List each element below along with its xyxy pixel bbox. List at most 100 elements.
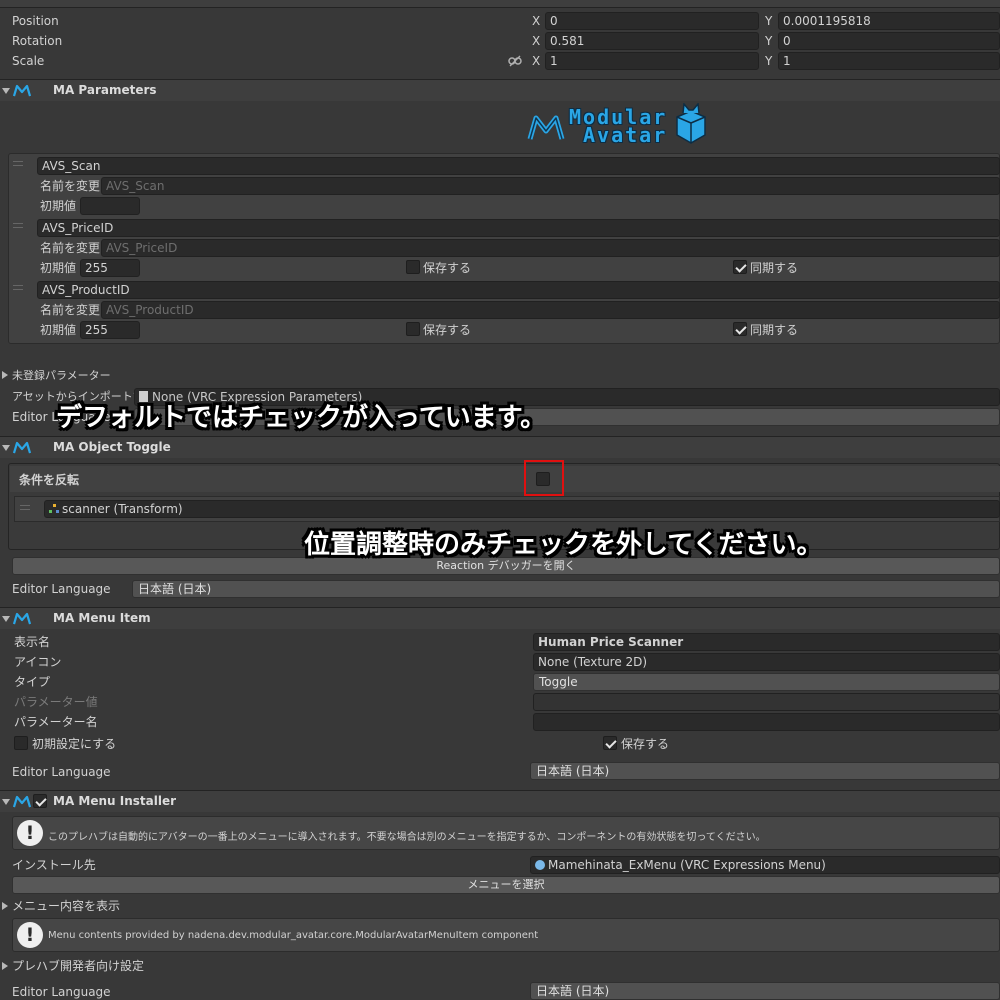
foldout-closed-icon[interactable] [2,371,8,379]
installer-help-text: このプレハブは自動的にアバターの一番上のメニューに導入されます。不要な場合は別の… [48,832,766,843]
transform-icon [49,504,59,514]
type-popup[interactable]: Toggle [533,673,1000,691]
modular-avatar-icon [13,84,31,97]
rotation-x-axis[interactable]: X [532,34,540,48]
modular-avatar-logo-mark [527,115,565,140]
default-value-field[interactable]: 255 [80,259,140,277]
install-to-field[interactable]: Mamehinata_ExMenu (VRC Expressions Menu) [530,856,1000,874]
default-value-field[interactable]: 255 [80,321,140,339]
rename-label: 名前を変更 [40,179,101,193]
cat-box-icon [676,103,706,144]
rotation-y-field[interactable]: 0 [778,32,1000,50]
param-name-field[interactable]: AVS_Scan [37,157,1000,175]
unregistered-params-foldout[interactable]: 未登録パラメーター [12,369,111,383]
modular-avatar-icon [13,441,31,454]
editor-language-popup[interactable]: 日本語 (日本) [530,762,1000,780]
editor-language-popup[interactable]: 日本語 (日本) [530,982,1000,1000]
foldout-open-icon[interactable] [2,445,10,451]
foldout-closed-icon[interactable] [2,962,8,970]
position-x-axis[interactable]: X [532,14,540,28]
parameter-name-field[interactable] [533,713,1000,731]
scale-x-field[interactable]: 1 [545,52,759,70]
rename-field[interactable]: AVS_Scan [101,177,1000,195]
save-checkbox[interactable] [406,322,420,336]
install-to-label: インストール先 [12,858,96,872]
ma-object-toggle-header[interactable]: MA Object Toggle [0,436,1000,458]
drag-handle-icon[interactable] [13,161,23,166]
sync-checkbox[interactable] [733,322,747,336]
drag-handle-icon[interactable] [13,223,23,228]
rename-label: 名前を変更 [40,241,101,255]
default-value-label: 初期値 [40,261,77,275]
initial-setting-checkbox[interactable] [14,736,28,750]
install-to-value: Mamehinata_ExMenu (VRC Expressions Menu) [548,858,826,872]
annotation-uncheck-when-adjusting: 位置調整時のみチェックを外してください。 [304,530,823,560]
foldout-closed-icon[interactable] [2,902,8,910]
parameter-value-field [533,693,1000,711]
scale-y-axis[interactable]: Y [765,54,772,68]
rename-field[interactable]: AVS_ProductID [101,301,1000,319]
prefab-developer-settings-foldout[interactable]: プレハブ開発者向け設定 [12,959,144,973]
warning-icon: ! [17,820,43,846]
highlight-box [524,460,564,496]
menu-contents-help-text: Menu contents provided by nadena.dev.mod… [48,930,539,941]
position-label: Position [12,14,59,28]
icon-field[interactable]: None (Texture 2D) [533,653,1000,671]
ma-menu-installer-title: MA Menu Installer [53,794,177,808]
rotation-x-field[interactable]: 0.581 [545,32,759,50]
scale-y-field[interactable]: 1 [778,52,1000,70]
rotation-label: Rotation [12,34,63,48]
foldout-open-icon[interactable] [2,88,10,94]
editor-language-label: Editor Language [12,985,111,999]
foldout-open-icon[interactable] [2,616,10,622]
component-enabled-checkbox[interactable] [33,794,47,808]
scale-x-axis[interactable]: X [532,54,540,68]
drag-handle-icon[interactable] [13,285,23,290]
modular-avatar-icon [13,612,31,625]
default-value-label: 初期値 [40,323,77,337]
save-checkbox[interactable] [603,736,617,750]
invert-condition-row [10,466,1000,492]
expressions-menu-icon [535,860,545,870]
position-x-field[interactable]: 0 [545,12,759,30]
param-name-field[interactable]: AVS_ProductID [37,281,1000,299]
select-menu-button[interactable]: メニューを選択 [12,876,1000,894]
parameter-value-label: パラメーター値 [14,695,98,709]
show-menu-contents-foldout[interactable]: メニュー内容を表示 [12,899,120,913]
ma-menu-item-header[interactable]: MA Menu Item [0,607,1000,629]
position-y-field[interactable]: 0.0001195818 [778,12,1000,30]
object-reference-value: scanner (Transform) [62,502,183,516]
editor-language-label: Editor Language [12,582,111,596]
position-y-axis[interactable]: Y [765,14,772,28]
initial-setting-label: 初期設定にする [32,737,117,751]
parameter-name-label: パラメーター名 [14,715,98,729]
ma-parameters-title: MA Parameters [53,83,157,97]
invert-condition-label: 条件を反転 [19,473,80,487]
annotation-default-checked: デフォルトではチェックが入っています。 [56,403,547,433]
rename-field[interactable]: AVS_PriceID [101,239,1000,257]
param-name-field[interactable]: AVS_PriceID [37,219,1000,237]
editor-language-popup[interactable]: 日本語 (日本) [132,580,1000,598]
save-checkbox[interactable] [406,260,420,274]
warning-icon: ! [17,922,43,948]
type-label: タイプ [14,675,51,689]
default-value-field[interactable] [80,197,140,215]
sync-label: 同期する [750,323,799,337]
logo-text-avatar: Avatar [583,123,668,147]
save-label: 保存する [621,737,670,751]
drag-handle-icon[interactable] [20,505,30,510]
foldout-open-icon[interactable] [2,799,10,805]
scale-label: Scale [12,54,45,68]
modular-avatar-icon [13,795,31,808]
object-reference-field[interactable]: scanner (Transform) [44,500,1000,518]
sync-checkbox[interactable] [733,260,747,274]
ma-parameters-header[interactable]: MA Parameters [0,79,1000,101]
default-value-label: 初期値 [40,199,77,213]
transform-header-strip [0,0,1000,8]
display-name-field[interactable]: Human Price Scanner [533,633,1000,651]
link-icon[interactable] [508,55,522,67]
modular-avatar-logo: Modular Avatar [525,103,710,147]
icon-label: アイコン [14,655,62,669]
rotation-y-axis[interactable]: Y [765,34,772,48]
ma-menu-installer-header[interactable]: MA Menu Installer [0,790,1000,812]
